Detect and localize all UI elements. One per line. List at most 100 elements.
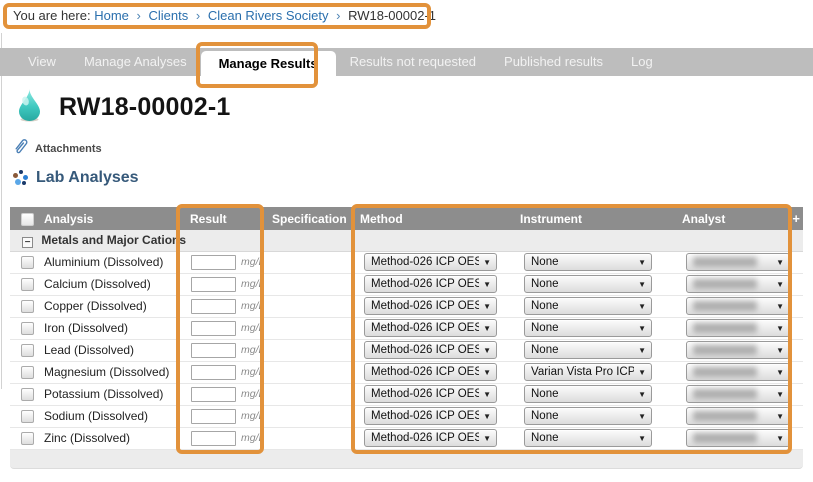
row-checkbox[interactable]	[21, 388, 34, 401]
specification-cell	[264, 339, 352, 361]
instrument-select[interactable]: None▼	[524, 407, 652, 425]
breadcrumb-link-home[interactable]: Home	[94, 8, 129, 23]
method-select[interactable]: Method-026 ICP OES▼	[364, 341, 497, 359]
result-input[interactable]	[191, 409, 236, 424]
chevron-down-icon: ▼	[776, 324, 784, 333]
result-input[interactable]	[191, 431, 236, 446]
chevron-down-icon: ▼	[638, 324, 646, 333]
method-select[interactable]: Method-026 ICP OES▼	[364, 253, 497, 271]
unit-label: mg/L	[241, 344, 264, 356]
specification-cell	[264, 317, 352, 339]
breadcrumb-link-client[interactable]: Clean Rivers Society	[208, 8, 329, 23]
result-input[interactable]	[191, 299, 236, 314]
result-input[interactable]	[191, 387, 236, 402]
result-input[interactable]	[191, 365, 236, 380]
row-checkbox[interactable]	[21, 256, 34, 269]
instrument-select[interactable]: None▼	[524, 319, 652, 337]
column-header-result[interactable]: Result	[182, 207, 264, 230]
tab-published-results[interactable]: Published results	[490, 48, 617, 76]
instrument-select[interactable]: None▼	[524, 341, 652, 359]
table-row: Potassium (Dissolved) mg/L Method-026 IC…	[10, 383, 803, 405]
analyst-select[interactable]: ▼	[686, 429, 790, 447]
redacted-analyst-name	[693, 279, 757, 289]
category-row-metals[interactable]: − Metals and Major Cations	[10, 230, 803, 251]
table-row: Iron (Dissolved) mg/L Method-026 ICP OES…	[10, 317, 803, 339]
attachments-label: Attachments	[35, 143, 102, 155]
table-row: Magnesium (Dissolved) mg/L Method-026 IC…	[10, 361, 803, 383]
instrument-select[interactable]: None▼	[524, 297, 652, 315]
result-input[interactable]	[191, 255, 236, 270]
specification-cell	[264, 295, 352, 317]
unit-label: mg/L	[241, 300, 264, 312]
instrument-select[interactable]: None▼	[524, 275, 652, 293]
select-all-checkbox[interactable]	[21, 213, 34, 226]
row-checkbox[interactable]	[21, 300, 34, 313]
chevron-down-icon: ▼	[638, 434, 646, 443]
water-drop-icon	[16, 88, 43, 127]
tab-log[interactable]: Log	[617, 48, 667, 76]
column-header-analyst[interactable]: Analyst	[674, 207, 792, 230]
analyst-select[interactable]: ▼	[686, 253, 790, 271]
result-input[interactable]	[191, 343, 236, 358]
tab-manage-analyses[interactable]: Manage Analyses	[70, 48, 201, 76]
redacted-analyst-name	[693, 301, 757, 311]
instrument-select[interactable]: None▼	[524, 253, 652, 271]
row-checkbox[interactable]	[21, 344, 34, 357]
analyses-dots-icon	[12, 170, 29, 186]
chevron-down-icon: ▼	[776, 412, 784, 421]
column-header-analysis[interactable]: Analysis	[36, 207, 182, 230]
analyst-select[interactable]: ▼	[686, 275, 790, 293]
table-row: Calcium (Dissolved) mg/L Method-026 ICP …	[10, 273, 803, 295]
analyst-select[interactable]: ▼	[686, 363, 790, 381]
column-header-instrument[interactable]: Instrument	[512, 207, 674, 230]
tab-manage-results[interactable]: Manage Results	[201, 51, 336, 79]
method-select[interactable]: Method-026 ICP OES▼	[364, 363, 497, 381]
analyst-select[interactable]: ▼	[686, 385, 790, 403]
table-row: Sodium (Dissolved) mg/L Method-026 ICP O…	[10, 405, 803, 427]
breadcrumb-link-clients[interactable]: Clients	[149, 8, 189, 23]
method-select[interactable]: Method-026 ICP OES▼	[364, 319, 497, 337]
unit-label: mg/L	[241, 410, 264, 422]
result-input[interactable]	[191, 277, 236, 292]
row-checkbox[interactable]	[21, 322, 34, 335]
table-footer	[10, 450, 803, 469]
column-header-specification[interactable]: Specification	[264, 207, 352, 230]
chevron-down-icon: ▼	[776, 258, 784, 267]
row-checkbox[interactable]	[21, 278, 34, 291]
row-checkbox[interactable]	[21, 366, 34, 379]
chevron-down-icon: ▼	[638, 368, 646, 377]
collapse-category-icon[interactable]: −	[22, 237, 33, 248]
table-row: Copper (Dissolved) mg/L Method-026 ICP O…	[10, 295, 803, 317]
row-checkbox[interactable]	[21, 432, 34, 445]
column-header-method[interactable]: Method	[352, 207, 512, 230]
redacted-analyst-name	[693, 367, 757, 377]
analysis-name: Sodium (Dissolved)	[36, 405, 182, 427]
result-input[interactable]	[191, 321, 236, 336]
tab-view[interactable]: View	[14, 48, 70, 76]
tab-results-not-requested[interactable]: Results not requested	[336, 48, 490, 76]
add-column-button[interactable]: +	[792, 207, 803, 230]
analyst-select[interactable]: ▼	[686, 297, 790, 315]
method-select[interactable]: Method-026 ICP OES▼	[364, 385, 497, 403]
analyst-select[interactable]: ▼	[686, 341, 790, 359]
instrument-select[interactable]: Varian Vista Pro ICP▼	[524, 363, 652, 381]
method-select[interactable]: Method-026 ICP OES▼	[364, 275, 497, 293]
specification-cell	[264, 427, 352, 449]
breadcrumb-separator: ›	[137, 8, 141, 23]
instrument-select[interactable]: None▼	[524, 385, 652, 403]
unit-label: mg/L	[241, 366, 264, 378]
method-select[interactable]: Method-026 ICP OES▼	[364, 297, 497, 315]
redacted-analyst-name	[693, 411, 757, 421]
attachments-toggle[interactable]: Attachments	[13, 138, 102, 160]
content-left-border	[1, 33, 2, 389]
method-select[interactable]: Method-026 ICP OES▼	[364, 429, 497, 447]
chevron-down-icon: ▼	[483, 390, 491, 399]
analyst-select[interactable]: ▼	[686, 319, 790, 337]
method-select[interactable]: Method-026 ICP OES▼	[364, 407, 497, 425]
row-checkbox[interactable]	[21, 410, 34, 423]
manage-results-page: You are here: Home › Clients › Clean Riv…	[0, 0, 813, 482]
chevron-down-icon: ▼	[638, 390, 646, 399]
analysis-name: Calcium (Dissolved)	[36, 273, 182, 295]
analyst-select[interactable]: ▼	[686, 407, 790, 425]
instrument-select[interactable]: None▼	[524, 429, 652, 447]
